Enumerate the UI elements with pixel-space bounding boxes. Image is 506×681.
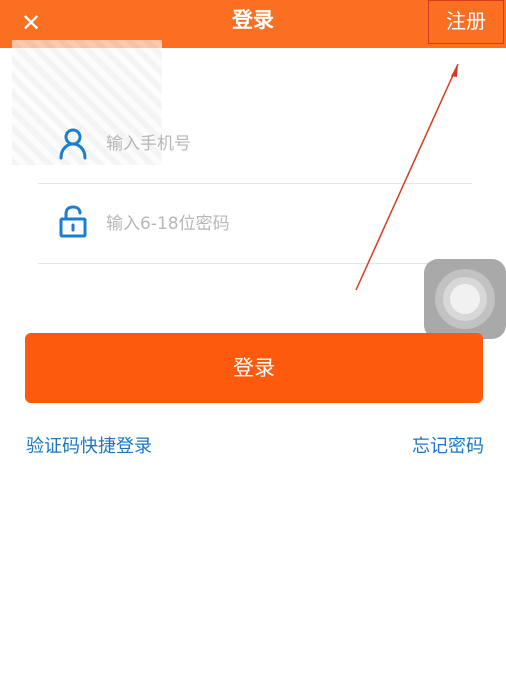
sms-login-link[interactable]: 验证码快捷登录 xyxy=(26,432,152,458)
lock-icon xyxy=(59,205,87,238)
user-icon xyxy=(59,128,87,160)
phone-input[interactable] xyxy=(104,128,448,160)
assistive-touch-icon[interactable] xyxy=(424,259,506,339)
login-button[interactable]: 登录 xyxy=(25,333,483,403)
register-button[interactable]: 注册 xyxy=(428,0,504,44)
password-field xyxy=(38,183,472,264)
login-screen: ✕ 登录 注册 登录 验证码快捷登录 忘记密码 xyxy=(0,0,506,681)
phone-field xyxy=(38,103,472,184)
assistive-touch-dot xyxy=(450,284,480,314)
forgot-password-link[interactable]: 忘记密码 xyxy=(412,432,484,458)
password-input[interactable] xyxy=(104,208,448,240)
